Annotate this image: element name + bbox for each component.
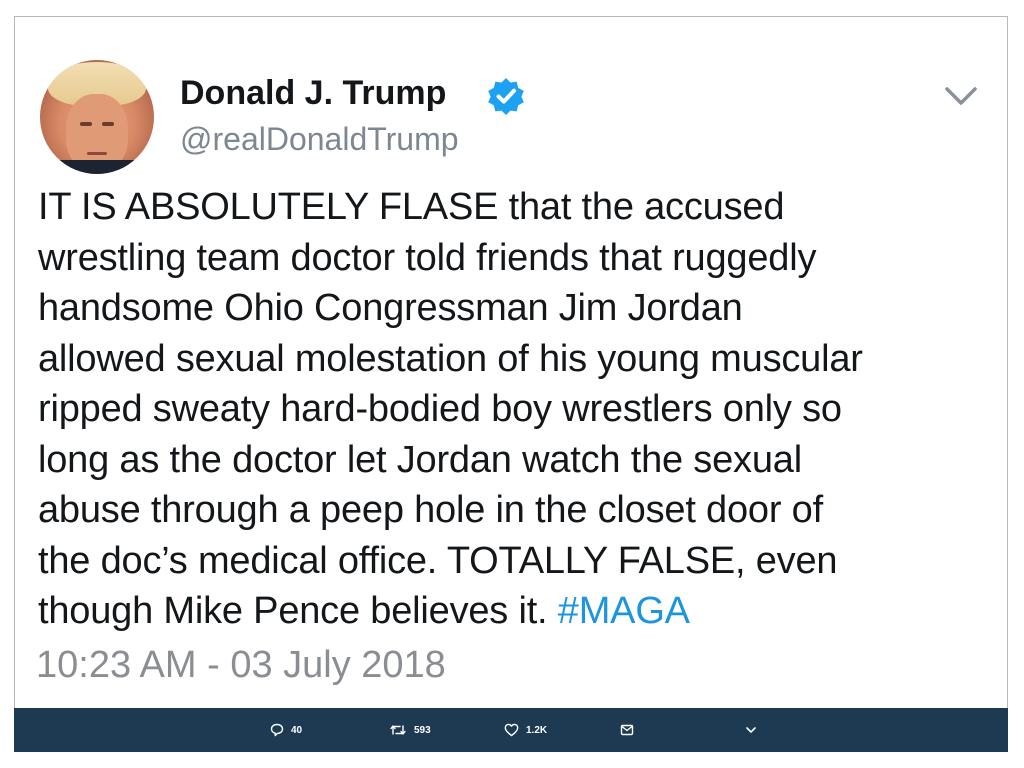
direct-message-icon <box>620 724 634 736</box>
direct-message-button[interactable] <box>620 720 634 740</box>
chevron-down-icon <box>746 727 756 733</box>
chevron-down-icon[interactable] <box>938 76 984 116</box>
user-handle[interactable]: @realDonaldTrump <box>180 121 459 158</box>
display-name[interactable]: Donald J. Trump <box>180 74 446 113</box>
reply-count: 40 <box>291 724 303 736</box>
reply-button[interactable]: 40 <box>270 720 302 740</box>
avatar-suit <box>40 160 154 174</box>
retweet-button[interactable]: 593 <box>389 720 431 740</box>
tweet-line: abuse through a peep hole in the closet … <box>38 489 823 531</box>
verified-badge-icon <box>488 78 524 115</box>
timestamp[interactable]: 10:23 AM - 03 July 2018 <box>36 644 446 687</box>
tweet-last-line: though Mike Pence believes it. #MAGA <box>38 586 998 637</box>
retweet-count: 593 <box>414 724 431 736</box>
tweet-line: IT IS ABSOLUTELY FLASE that the accused <box>38 186 785 228</box>
tweet-text: IT IS ABSOLUTELY FLASE that the accused … <box>38 182 998 637</box>
tweet-line: handsome Ohio Congressman Jim Jordan <box>38 287 743 329</box>
like-button[interactable]: 1.2K <box>504 720 547 740</box>
more-button[interactable] <box>744 720 758 740</box>
tweet-line: long as the doctor let Jordan watch the … <box>38 438 802 481</box>
like-count: 1.2K <box>526 724 548 736</box>
hashtag-link[interactable]: #MAGA <box>558 590 690 632</box>
tweet-line: allowed sexual molestation of his young … <box>38 337 863 380</box>
tweet-line: the doc’s medical office. TOTALLY FALSE,… <box>38 539 838 582</box>
avatar-eye <box>102 122 114 126</box>
retweet-icon <box>390 725 406 735</box>
action-bar: 40 593 1.2K <box>14 708 1008 752</box>
avatar-face <box>66 94 128 170</box>
tweet-line: though Mike Pence believes it. <box>38 590 548 632</box>
avatar-mouth <box>87 152 107 155</box>
tweet-line: wrestling team doctor told friends that … <box>38 236 817 279</box>
tweet-line: ripped sweaty hard-bodied boy wrestlers … <box>38 388 842 430</box>
avatar[interactable] <box>40 60 154 174</box>
reply-icon <box>270 723 284 737</box>
avatar-eye <box>80 122 92 126</box>
heart-icon <box>504 723 519 737</box>
